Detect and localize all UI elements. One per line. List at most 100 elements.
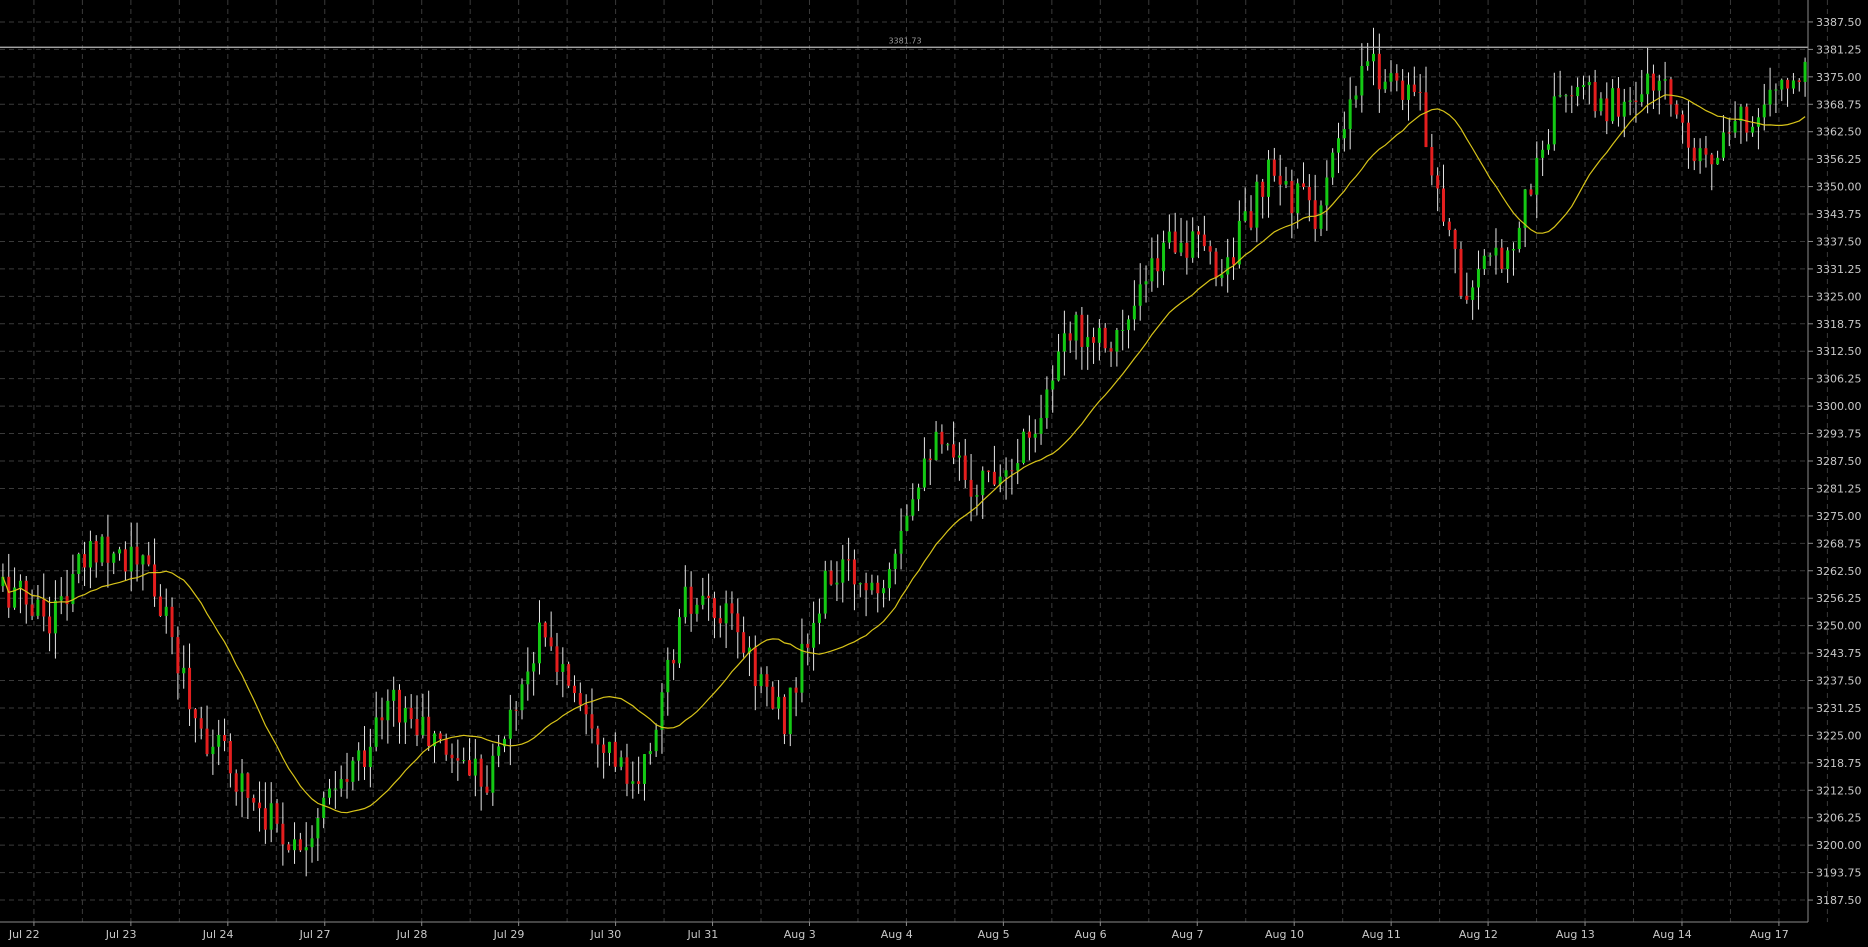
- candle-up: [1366, 61, 1370, 67]
- candle-up: [841, 559, 845, 583]
- candle-up: [473, 758, 477, 776]
- candle-down: [1232, 257, 1236, 265]
- candle-up: [1191, 231, 1195, 258]
- candle-up: [1482, 255, 1486, 270]
- y-tick-label: 3287.50: [1816, 455, 1862, 468]
- candle-up: [1733, 121, 1737, 133]
- candle-up: [1523, 189, 1527, 228]
- candle-down: [42, 599, 46, 617]
- candle-down: [1459, 248, 1463, 296]
- plot-background: [0, 0, 1868, 947]
- x-tick-label: Aug 12: [1459, 928, 1498, 941]
- candle-up: [631, 781, 635, 784]
- candle-down: [864, 583, 868, 591]
- candle-up: [1494, 247, 1498, 256]
- candle-up: [141, 555, 145, 565]
- candle-up: [1511, 249, 1515, 251]
- y-tick-label: 3250.00: [1816, 620, 1862, 633]
- candle-down: [637, 781, 641, 784]
- candle-up: [1471, 287, 1475, 300]
- candle-up: [1138, 284, 1142, 306]
- candle-up: [887, 569, 891, 589]
- candle-down: [158, 596, 162, 616]
- candle-up: [1121, 329, 1125, 331]
- y-tick-label: 3237.50: [1816, 675, 1862, 688]
- candle-up: [368, 746, 372, 768]
- candle-down: [363, 750, 367, 768]
- candle-down: [555, 646, 559, 672]
- candle-up: [1115, 330, 1119, 352]
- candle-down: [1453, 229, 1457, 249]
- y-tick-label: 3281.25: [1816, 482, 1862, 495]
- candle-up: [316, 818, 320, 839]
- candle-up: [1057, 351, 1061, 381]
- candle-up: [182, 667, 186, 674]
- candle-up: [1389, 73, 1393, 82]
- candle-down: [1605, 98, 1609, 122]
- candle-up: [357, 750, 361, 761]
- candle-up: [1267, 159, 1271, 197]
- candle-up: [1337, 138, 1341, 153]
- candle-up: [1062, 333, 1066, 352]
- candle-down: [83, 554, 87, 568]
- candle-down: [1570, 95, 1574, 97]
- y-tick-label: 3225.00: [1816, 729, 1862, 742]
- candle-up: [1476, 269, 1480, 288]
- candle-up: [1167, 231, 1171, 243]
- candle-up: [701, 595, 705, 605]
- candle-down: [567, 664, 571, 686]
- candle-down: [409, 707, 413, 720]
- candle-down: [584, 704, 588, 715]
- candle-up: [981, 470, 985, 496]
- candle-down: [1302, 183, 1306, 187]
- candle-down: [1686, 122, 1690, 148]
- candle-down: [1441, 188, 1445, 222]
- candle-up: [654, 729, 658, 752]
- candle-down: [572, 685, 576, 694]
- candle-up: [403, 707, 407, 723]
- candle-down: [852, 559, 856, 585]
- candle-up: [1237, 220, 1241, 265]
- candle-up: [648, 751, 652, 755]
- candle-up: [211, 746, 215, 755]
- candle-down: [1092, 337, 1096, 343]
- candle-up: [392, 689, 396, 701]
- candle-up: [683, 586, 687, 618]
- candle-down: [123, 549, 127, 572]
- candle-up: [386, 700, 390, 721]
- x-tick-label: Aug 11: [1362, 928, 1401, 941]
- candle-up: [1296, 183, 1300, 214]
- y-tick-label: 3318.75: [1816, 318, 1862, 331]
- candle-down: [258, 802, 262, 809]
- candle-down: [467, 760, 471, 776]
- candle-down: [1156, 258, 1160, 272]
- candle-down: [1027, 431, 1031, 438]
- candle-down: [753, 647, 757, 687]
- candle-down: [712, 598, 716, 619]
- candle-up: [917, 487, 921, 500]
- candle-down: [1010, 470, 1014, 472]
- candle-up: [36, 599, 40, 616]
- candle-down: [94, 541, 98, 563]
- candle-down: [188, 667, 192, 710]
- candle-down: [1249, 211, 1253, 228]
- candle-up: [421, 716, 425, 736]
- candle-up: [164, 606, 168, 616]
- candle-up: [893, 553, 897, 570]
- y-tick-label: 3200.00: [1816, 839, 1862, 852]
- candle-down: [707, 595, 711, 599]
- candle-up: [1179, 242, 1183, 253]
- candle-up: [1541, 149, 1545, 158]
- candle-up: [1611, 88, 1615, 122]
- candle-up: [759, 674, 763, 687]
- candle-down: [718, 618, 722, 624]
- candle-down: [1418, 91, 1422, 93]
- candle-up: [1150, 258, 1154, 282]
- candle-down: [1290, 181, 1294, 214]
- candle-down: [987, 470, 991, 472]
- candle-up: [322, 797, 326, 819]
- x-tick-label: Jul 27: [299, 928, 331, 941]
- candle-up: [1751, 126, 1755, 133]
- candle-up: [835, 582, 839, 585]
- y-tick-label: 3306.25: [1816, 373, 1862, 386]
